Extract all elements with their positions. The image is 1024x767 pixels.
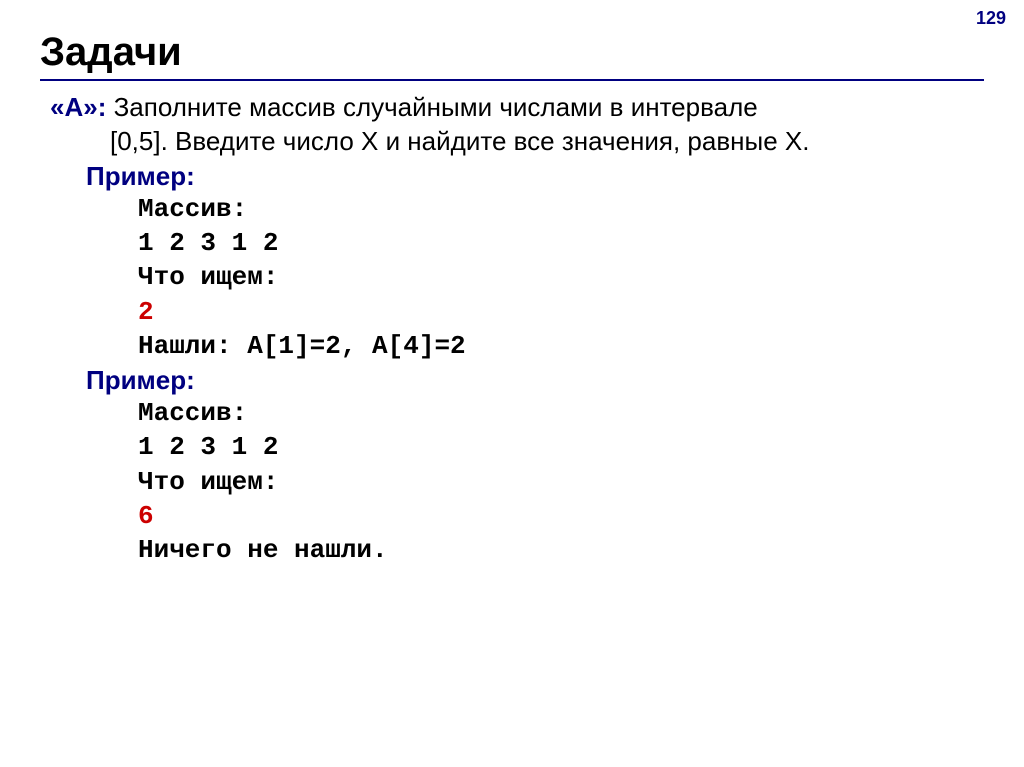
task-label: «A»: — [50, 92, 106, 122]
example1-line4: Нашли: A[1]=2, A[4]=2 — [138, 329, 984, 363]
example2-line0: Массив: — [138, 396, 984, 430]
title-divider — [40, 79, 984, 81]
example2-line1: 1 2 3 1 2 — [138, 430, 984, 464]
page-number: 129 — [976, 8, 1006, 29]
example2-label: Пример: — [86, 365, 984, 396]
example2-line3: 6 — [138, 499, 984, 533]
example1-line1: 1 2 3 1 2 — [138, 226, 984, 260]
example1-label: Пример: — [86, 161, 984, 192]
task-text-line2: [0,5]. Введите число X и найдите все зна… — [110, 125, 984, 159]
example2-line4: Ничего не нашли. — [138, 533, 984, 567]
example2-line2: Что ищем: — [138, 465, 984, 499]
example1-line2: Что ищем: — [138, 260, 984, 294]
example1-line3: 2 — [138, 295, 984, 329]
task-description: «A»: Заполните массив случайными числами… — [50, 91, 984, 125]
page-title: Задачи — [40, 30, 984, 75]
task-text-line1: Заполните массив случайными числами в ин… — [106, 92, 757, 122]
example1-line0: Массив: — [138, 192, 984, 226]
